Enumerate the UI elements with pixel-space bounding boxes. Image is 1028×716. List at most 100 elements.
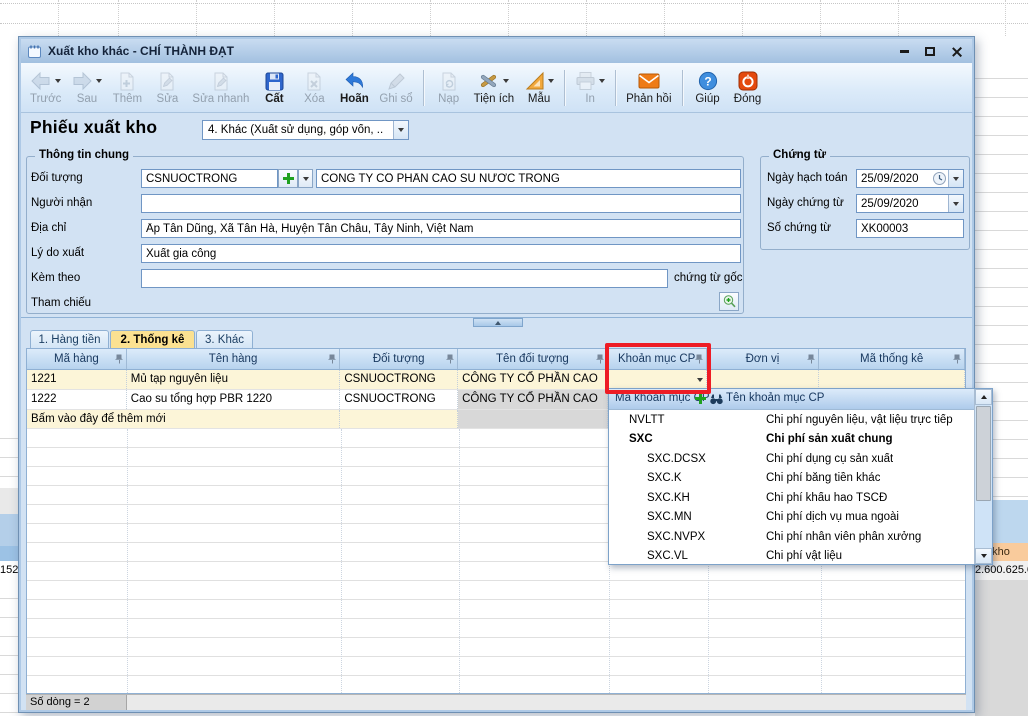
toolbar-save-button[interactable]: Cất <box>254 68 294 107</box>
toolbar-add-button[interactable]: Thêm <box>107 68 147 107</box>
toolbar-undo-button[interactable]: Hoãn <box>334 68 374 107</box>
dropdown-item[interactable]: SXCChi phí sản xuất chung <box>609 430 974 450</box>
pin-icon[interactable] <box>807 354 816 364</box>
save-icon <box>264 71 285 92</box>
pin-icon[interactable] <box>446 354 455 364</box>
add-new-row-hint[interactable]: Bấm vào đây để thêm mới <box>27 410 340 428</box>
column-header-ten-doi-tuong[interactable]: Tên đối tượng <box>458 349 608 369</box>
pin-icon[interactable] <box>115 354 124 364</box>
toolbar-template-button[interactable]: Mẫu <box>519 68 559 107</box>
item-name: Chi phí nguyên liệu, vật liệu trực tiếp <box>760 414 953 426</box>
column-header-ma-hang[interactable]: Mã hàng <box>27 349 127 369</box>
ly-do-xuat-input[interactable] <box>141 244 741 263</box>
dropdown-item[interactable]: SXC.MNChi phí dịch vụ mua ngoài <box>609 508 974 528</box>
chevron-down-icon[interactable] <box>96 79 102 83</box>
grid-line <box>430 0 431 36</box>
chevron-down-icon[interactable] <box>503 79 509 83</box>
dialog-titlebar[interactable]: Xuất kho khác - CHÍ THÀNH ĐẠT <box>21 39 972 63</box>
grid-line <box>508 0 509 36</box>
reference-lookup-button[interactable] <box>719 292 739 311</box>
cell-ten-hang[interactable]: Mủ tạp nguyên liệu <box>127 370 341 389</box>
column-header-doi-tuong[interactable]: Đối tượng <box>340 349 458 369</box>
plus-icon[interactable] <box>695 393 706 404</box>
toolbar-reload-button[interactable]: Nạp <box>429 68 469 107</box>
column-header-don-vi[interactable]: Đơn vị <box>707 349 820 369</box>
column-header-ten-hang[interactable]: Tên hàng <box>127 349 341 369</box>
scroll-down-button[interactable] <box>975 548 992 564</box>
cell-ten-hang[interactable]: Cao su tổng hợp PBR 1220 <box>127 390 341 409</box>
column-label: Mã thống kê <box>860 353 923 365</box>
table-row[interactable]: 1221 Mủ tạp nguyên liệu CSNUOCTRONG CÔNG… <box>27 370 965 390</box>
chevron-down-icon[interactable] <box>599 79 605 83</box>
dropdown-item[interactable]: SXC.NVPXChi phí nhân viên phân xưởng <box>609 527 974 547</box>
delete-document-icon <box>304 71 324 92</box>
ngay-hach-toan-field[interactable]: 25/09/2020 <box>856 169 964 188</box>
toolbar-help-button[interactable]: ? Giúp <box>688 68 728 107</box>
dia-chi-input[interactable] <box>141 219 741 238</box>
grid-line <box>118 0 119 36</box>
toolbar-delete-button[interactable]: Xóa <box>294 68 334 107</box>
cell-empty[interactable] <box>458 410 608 428</box>
toolbar-next-button[interactable]: Sau <box>66 68 107 107</box>
chevron-down-icon[interactable] <box>548 79 554 83</box>
cell-ma-hang[interactable]: 1222 <box>27 390 127 409</box>
bg-cells-left <box>0 580 18 716</box>
toolbar-label: Sau <box>77 93 97 106</box>
dropdown-item[interactable]: SXC.VLChi phí vật liệu <box>609 547 974 567</box>
toolbar-utilities-button[interactable]: Tiện ích <box>469 68 519 107</box>
cell-don-vi[interactable] <box>707 370 820 389</box>
scrollbar-thumb[interactable] <box>976 406 991 501</box>
toolbar-post-button[interactable]: Ghi sổ <box>374 68 417 107</box>
dropdown-scrollbar[interactable] <box>974 389 992 564</box>
toolbar-close-button[interactable]: Đóng <box>728 68 768 107</box>
dropdown-item[interactable]: NVLTTChi phí nguyên liệu, vật liệu trực … <box>609 410 974 430</box>
doi-tuong-code-input[interactable] <box>141 169 278 188</box>
ngay-chung-tu-field[interactable]: 25/09/2020 <box>856 194 964 213</box>
voucher-type-select[interactable]: 4. Khác (Xuất sử dụng, góp vốn, .. <box>202 120 409 140</box>
add-object-button[interactable] <box>278 169 298 188</box>
add-document-icon <box>117 71 137 92</box>
nguoi-nhan-input[interactable] <box>141 194 741 213</box>
doi-tuong-name-input[interactable] <box>316 169 741 188</box>
so-chung-tu-input[interactable] <box>856 219 964 238</box>
tab-hang-tien[interactable]: 1. Hàng tiền <box>30 330 109 349</box>
dropdown-item[interactable]: SXC.DCSXChi phí dụng cụ sản xuất <box>609 449 974 469</box>
clock-icon[interactable] <box>932 171 947 186</box>
tab-thong-ke[interactable]: 2. Thống kê <box>110 330 195 349</box>
scroll-up-button[interactable] <box>975 389 992 405</box>
chevron-down-icon[interactable] <box>393 121 408 139</box>
toolbar-edit-button[interactable]: Sửa <box>147 68 187 107</box>
dropdown-item[interactable]: SXC.KChi phí bằng tiền khác <box>609 469 974 489</box>
cell-ma-hang[interactable]: 1221 <box>27 370 127 389</box>
cell-empty[interactable] <box>340 410 458 428</box>
object-dropdown-button[interactable] <box>298 169 313 188</box>
toolbar-feedback-button[interactable]: Phản hồi <box>621 68 676 107</box>
cell-ten-doi-tuong[interactable]: CÔNG TY CỔ PHẦN CAO <box>458 370 608 389</box>
cell-ma-thong-ke[interactable] <box>819 370 965 389</box>
maximize-button[interactable] <box>920 43 940 59</box>
minimize-button[interactable] <box>894 43 914 59</box>
kem-theo-input[interactable] <box>141 269 668 288</box>
dropdown-item[interactable]: SXC.KHChi phí khấu hao TSCĐ <box>609 488 974 508</box>
toolbar-previous-button[interactable]: Trước <box>25 68 66 107</box>
pin-icon[interactable] <box>596 354 605 364</box>
toolbar-label: Hoãn <box>340 93 369 106</box>
cell-doi-tuong[interactable]: CSNUOCTRONG <box>340 370 458 389</box>
general-info-groupbox: Thông tin chung Đối tượng Người nhận Địa… <box>26 156 744 314</box>
column-separator <box>341 429 342 695</box>
tab-khac[interactable]: 3. Khác <box>196 330 253 349</box>
pin-icon[interactable] <box>328 354 337 364</box>
toolbar-print-button[interactable]: In <box>570 68 610 107</box>
cell-ten-doi-tuong[interactable]: CÔNG TY CỔ PHẦN CAO <box>458 390 608 409</box>
cell-doi-tuong[interactable]: CSNUOCTRONG <box>340 390 458 409</box>
splitter-handle[interactable] <box>473 318 523 327</box>
dropdown-name-header[interactable]: Tên khoản mục CP <box>726 392 824 404</box>
toolbar-quick-edit-button[interactable]: Sửa nhanh <box>187 68 254 107</box>
chevron-down-icon[interactable] <box>948 170 963 187</box>
pin-icon[interactable] <box>953 354 962 364</box>
chevron-down-icon[interactable] <box>948 195 963 212</box>
column-header-ma-thong-ke[interactable]: Mã thống kê <box>819 349 965 369</box>
close-button[interactable] <box>946 43 966 59</box>
binoculars-icon[interactable] <box>710 393 723 405</box>
chevron-down-icon[interactable] <box>55 79 61 83</box>
